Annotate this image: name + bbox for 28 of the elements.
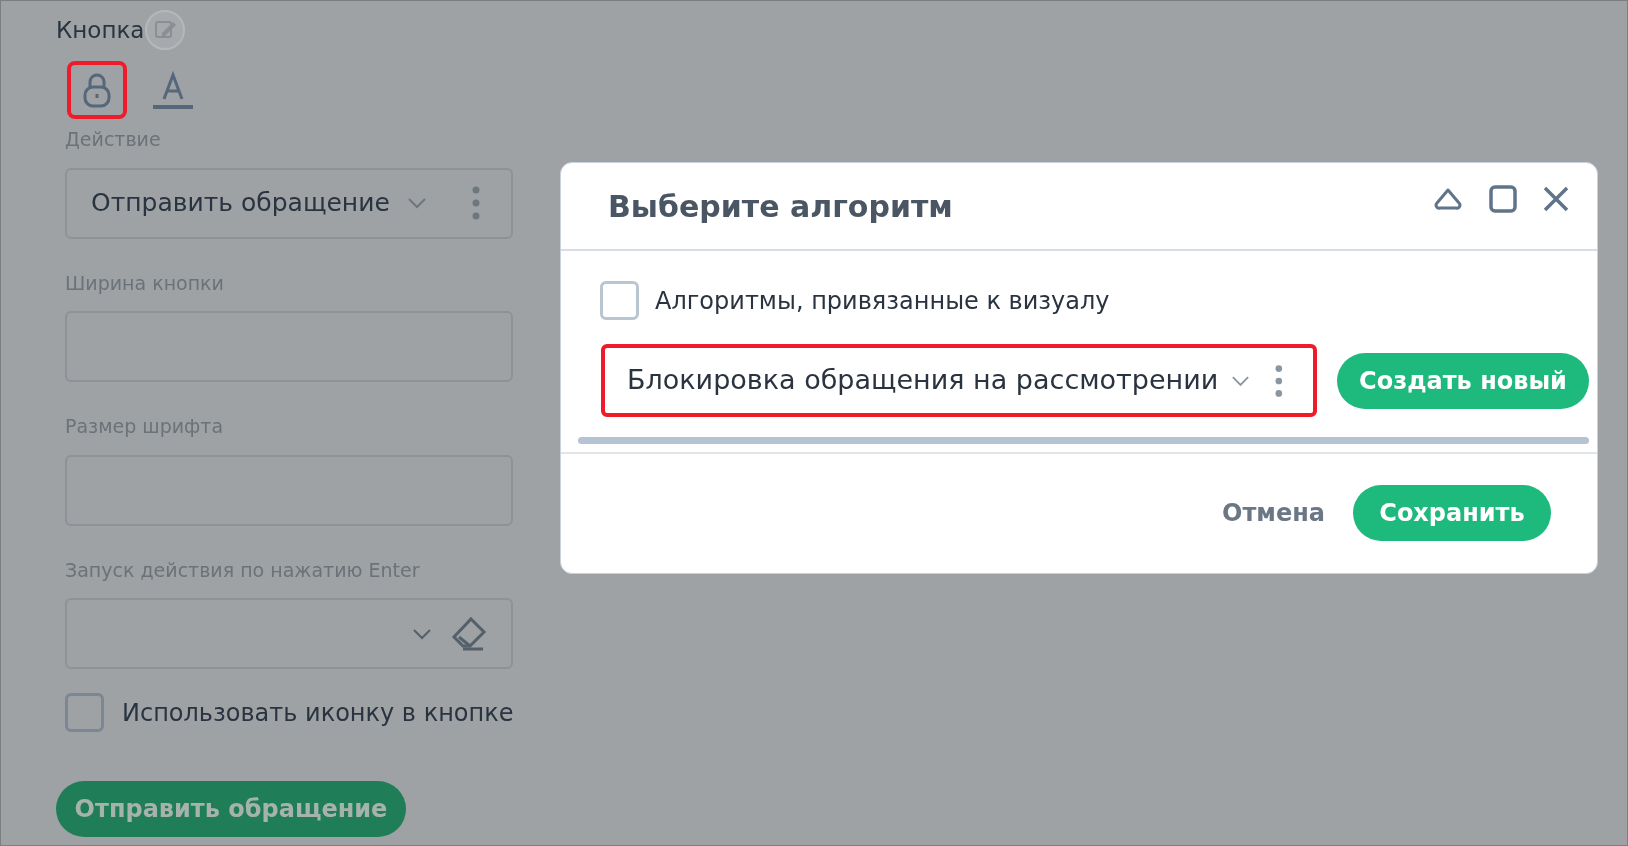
preview-button[interactable]: Отправить обращение bbox=[56, 781, 406, 837]
edit-icon[interactable] bbox=[144, 9, 187, 51]
collapse-icon[interactable] bbox=[1433, 187, 1463, 211]
enter-action-select[interactable] bbox=[65, 598, 513, 669]
lock-button[interactable] bbox=[67, 61, 127, 119]
select-value: Отправить обращение bbox=[91, 187, 390, 220]
text-color-icon bbox=[152, 69, 194, 111]
checkbox[interactable] bbox=[600, 281, 639, 320]
chevron-down-icon[interactable] bbox=[411, 626, 433, 641]
more-icon[interactable] bbox=[471, 185, 480, 221]
lock-icon bbox=[82, 72, 112, 108]
cancel-button[interactable]: Отмена bbox=[1222, 495, 1325, 531]
select-value: Блокировка обращения на рассмотрении bbox=[627, 363, 1219, 398]
panel-title: Кнопка bbox=[56, 15, 145, 45]
action-select[interactable]: Отправить обращение bbox=[65, 167, 513, 239]
scrollbar[interactable] bbox=[578, 437, 1589, 444]
maximize-icon[interactable] bbox=[1489, 185, 1517, 213]
dialog-title: Выберите алгоритм bbox=[608, 187, 954, 226]
chevron-down-icon[interactable] bbox=[405, 196, 428, 210]
eraser-icon[interactable] bbox=[449, 614, 487, 653]
checkbox-label: Использовать иконку в кнопке bbox=[122, 697, 514, 729]
checkbox-label: Алгоритмы, привязанные к визуалу bbox=[655, 285, 1110, 317]
save-button[interactable]: Сохранить bbox=[1353, 485, 1551, 541]
more-icon[interactable] bbox=[1275, 362, 1283, 399]
create-button[interactable]: Создать новый bbox=[1337, 352, 1589, 409]
close-icon[interactable] bbox=[1543, 186, 1569, 212]
algorithm-select[interactable]: Блокировка обращения на рассмотрении bbox=[601, 344, 1317, 417]
checkbox[interactable] bbox=[65, 693, 104, 732]
